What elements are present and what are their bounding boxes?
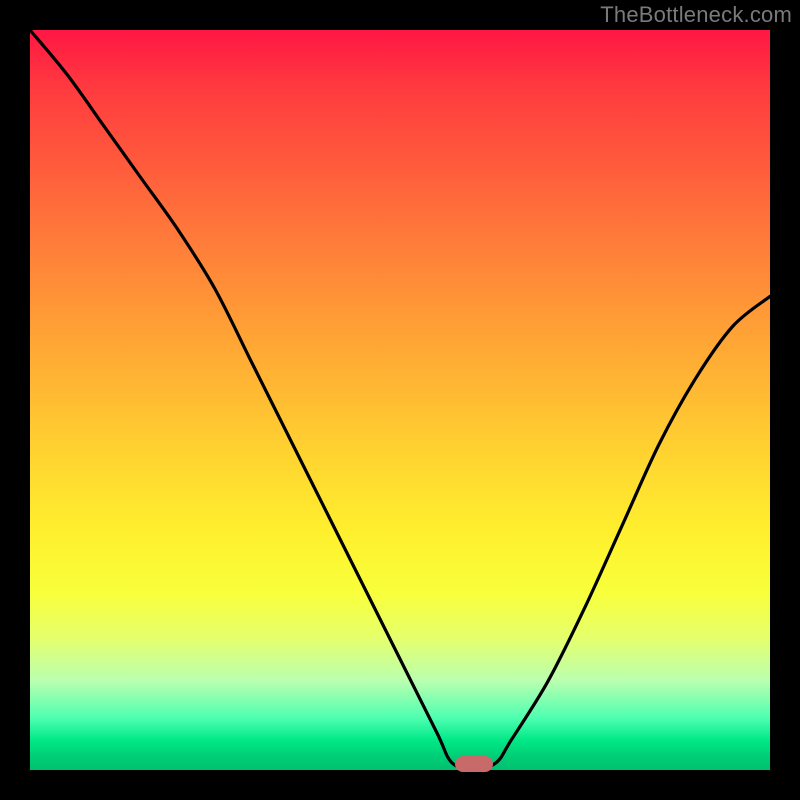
plot-area (30, 30, 770, 770)
curve-svg (30, 30, 770, 770)
chart-frame: TheBottleneck.com (0, 0, 800, 800)
curve-path (30, 30, 770, 770)
watermark-text: TheBottleneck.com (600, 2, 792, 28)
optimal-marker (455, 756, 493, 772)
